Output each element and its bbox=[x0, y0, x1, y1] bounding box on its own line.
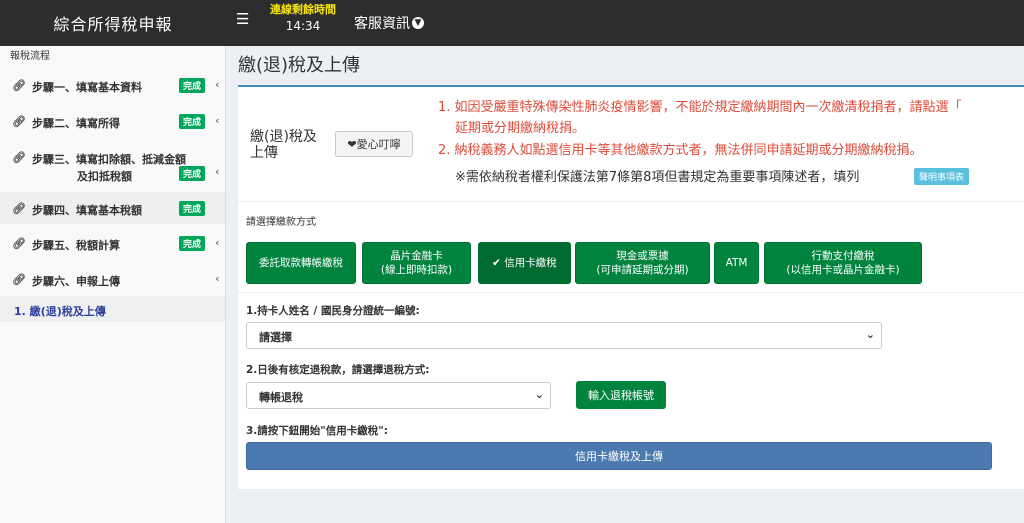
pay-button-label: 行動支付繳稅 bbox=[811, 250, 875, 262]
chevron-left-icon: ‹ bbox=[215, 272, 220, 285]
customer-service-label: 客服資訊 bbox=[354, 16, 410, 32]
chevron-down-icon: ⌄ bbox=[534, 388, 544, 401]
session-timer-label: 連線剩餘時間 bbox=[270, 3, 336, 16]
sidebar-item-step4[interactable]: 🔗︎ 步驟四、填寫基本稅額 完成 bbox=[0, 192, 225, 224]
sidebar-item-label-line2: 及扣抵稅額 bbox=[77, 170, 132, 183]
divider bbox=[238, 292, 1024, 293]
pay-button-label: 委託取款轉帳繳稅 bbox=[259, 257, 343, 269]
pay-chip-card-button[interactable]: 晶片金融卡 (線上即時扣款) bbox=[362, 242, 471, 284]
link-icon: 🔗︎ bbox=[12, 237, 26, 250]
cardholder-select-value: 請選擇 bbox=[259, 331, 292, 344]
status-badge: 完成 bbox=[179, 201, 206, 216]
hamburger-icon[interactable]: ☰ bbox=[236, 10, 249, 28]
notice-line-2: 延期或分期繳納稅捐。 bbox=[455, 121, 586, 136]
care-reminder-button[interactable]: ❤愛心叮嚀 bbox=[335, 131, 413, 157]
status-badge: 完成 bbox=[179, 114, 206, 129]
link-icon: 🔗︎ bbox=[12, 202, 26, 215]
pay-button-sublabel: (以信用卡或晶片金融卡) bbox=[786, 264, 900, 276]
pay-button-sublabel: (可申請延期或分期) bbox=[596, 264, 689, 276]
cardholder-select[interactable]: 請選擇 ⌄ bbox=[246, 322, 882, 349]
sidebar-item-step1[interactable]: 🔗︎ 步驟一、填寫基本資料 完成 ‹ bbox=[0, 78, 225, 94]
link-icon: 🔗︎ bbox=[12, 79, 26, 92]
pay-atm-button[interactable]: ATM bbox=[714, 242, 759, 284]
payment-method-label: 請選擇繳款方式 bbox=[246, 217, 316, 228]
customer-service-menu[interactable]: 客服資訊 ▼ bbox=[354, 13, 424, 33]
refund-method-select-value: 轉帳退稅 bbox=[259, 391, 303, 404]
sidebar-item-label: 步驟三、填寫扣除額、抵減金額 bbox=[32, 153, 186, 166]
pay-button-label: 晶片金融卡 bbox=[390, 250, 443, 262]
sidebar-item-label: 步驟二、填寫所得 bbox=[32, 117, 120, 130]
pay-bank-transfer-button[interactable]: 委託取款轉帳繳稅 bbox=[246, 242, 356, 284]
chevron-left-icon: ‹ bbox=[215, 236, 220, 249]
notice-line-1: 1. 如因受嚴重特殊傳染性肺炎疫情影響，不能於規定繳納期間內一次繳清稅捐者，請點… bbox=[438, 100, 962, 115]
notice-line-3: 2. 納稅義務人如點選信用卡等其他繳款方式者，無法併同申請延期或分期繳納稅捐。 bbox=[438, 143, 923, 158]
link-icon: 🔗︎ bbox=[12, 115, 26, 128]
link-icon: 🔗︎ bbox=[12, 273, 26, 286]
status-badge: 完成 bbox=[179, 166, 206, 181]
sidebar-item-step2[interactable]: 🔗︎ 步驟二、填寫所得 完成 ‹ bbox=[0, 114, 225, 130]
status-badge: 完成 bbox=[179, 78, 206, 93]
chevron-circle-down-icon: ▼ bbox=[412, 17, 424, 29]
sidebar-item-label: 步驟四、填寫基本稅額 bbox=[32, 204, 142, 217]
refund-method-select[interactable]: 轉帳退稅 ⌄ bbox=[246, 382, 551, 409]
credit-card-pay-upload-button[interactable]: 信用卡繳稅及上傳 bbox=[246, 442, 992, 470]
sidebar-header: 報稅流程 bbox=[10, 51, 50, 62]
chevron-left-icon: ‹ bbox=[215, 78, 220, 91]
chevron-down-icon: ⌄ bbox=[865, 328, 875, 341]
sidebar-item-label: 步驟六、申報上傳 bbox=[32, 275, 120, 288]
sidebar-item-step3[interactable]: 🔗︎ 步驟三、填寫扣除額、抵減金額 及扣抵稅額 完成 ‹ bbox=[0, 150, 225, 186]
start-payment-label: 3.請按下鈕開始"信用卡繳稅": bbox=[246, 425, 388, 437]
sidebar-item-step5[interactable]: 🔗︎ 步驟五、稅額計算 完成 ‹ bbox=[0, 236, 225, 252]
statement-form-link[interactable]: 聲明事項表 bbox=[914, 168, 970, 185]
status-badge: 完成 bbox=[179, 236, 206, 251]
sidebar-item-label: 步驟五、稅額計算 bbox=[32, 239, 120, 252]
top-navbar: 綜合所得稅申報 ☰ 連線剩餘時間 14:34 客服資訊 ▼ bbox=[0, 0, 1024, 46]
pay-button-label: ✔ 信用卡繳稅 bbox=[492, 257, 557, 269]
chevron-left-icon: ‹ bbox=[215, 165, 220, 178]
chevron-left-icon: ‹ bbox=[215, 114, 220, 127]
page-title: 繳(退)稅及上傳 bbox=[238, 55, 361, 76]
sidebar-subitem-upload[interactable]: 1. 繳(退)稅及上傳 bbox=[0, 296, 225, 322]
cardholder-label: 1.持卡人姓名 / 國民身分證統一編號: bbox=[246, 305, 420, 317]
sidebar-subitem-label: 1. 繳(退)稅及上傳 bbox=[14, 305, 106, 318]
sidebar-item-label: 步驟一、填寫基本資料 bbox=[32, 81, 142, 94]
pay-mobile-button[interactable]: 行動支付繳稅 (以信用卡或晶片金融卡) bbox=[764, 242, 922, 284]
statement-note: ※需依納稅者權利保護法第7條第8項但書規定為重要事項陳述者，填列 bbox=[455, 170, 860, 185]
divider bbox=[238, 201, 1024, 202]
pay-cash-check-button[interactable]: 現金或票據 (可申請延期或分期) bbox=[575, 242, 710, 284]
pay-button-label: ATM bbox=[725, 257, 748, 269]
link-icon: 🔗︎ bbox=[12, 151, 26, 164]
pay-credit-card-button[interactable]: ✔ 信用卡繳稅 bbox=[478, 242, 571, 284]
session-timer-value: 14:34 bbox=[285, 19, 321, 33]
upload-card: 繳(退)稅及上傳 ❤愛心叮嚀 1. 如因受嚴重特殊傳染性肺炎疫情影響，不能於規定… bbox=[238, 85, 1024, 489]
pay-button-sublabel: (線上即時扣款) bbox=[380, 264, 453, 276]
refund-method-label: 2.日後有核定退稅款，請選擇退稅方式: bbox=[246, 364, 430, 376]
enter-refund-account-button[interactable]: 輸入退稅帳號 bbox=[576, 381, 666, 409]
info-title: 繳(退)稅及上傳 bbox=[250, 129, 317, 161]
pay-button-label: 現金或票據 bbox=[616, 250, 669, 262]
sidebar-item-step6[interactable]: 🔗︎ 步驟六、申報上傳 ‹ bbox=[0, 272, 225, 288]
sidebar: 報稅流程 🔗︎ 步驟一、填寫基本資料 完成 ‹ 🔗︎ 步驟二、填寫所得 完成 ‹… bbox=[0, 46, 226, 523]
app-title[interactable]: 綜合所得稅申報 bbox=[0, 0, 226, 46]
